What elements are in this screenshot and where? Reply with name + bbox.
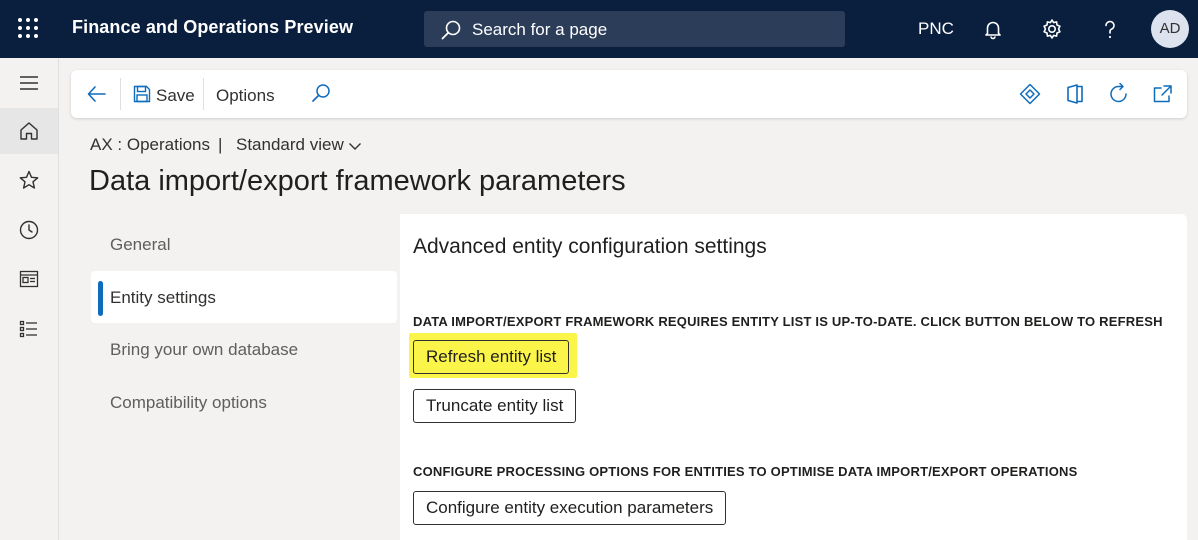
back-arrow-icon[interactable] [85, 82, 109, 106]
action-pane: Save Options [71, 70, 1187, 118]
tab-general[interactable]: General [91, 218, 397, 270]
save-icon [133, 85, 151, 103]
list-icon [19, 320, 37, 338]
options-tab[interactable]: Options [216, 86, 275, 106]
hamburger-menu-button[interactable] [0, 60, 58, 106]
save-label: Save [156, 86, 195, 105]
office-icon[interactable] [1063, 82, 1087, 106]
page-title: Data import/export framework parameters [89, 165, 626, 197]
refresh-instruction-label: DATA IMPORT/EXPORT FRAMEWORK REQUIRES EN… [413, 314, 1163, 329]
avatar[interactable]: AD [1151, 10, 1189, 48]
search-placeholder: Search for a page [472, 20, 608, 39]
top-navigation-bar: Finance and Operations Preview Search fo… [0, 0, 1198, 58]
company-selector[interactable]: PNC [918, 19, 954, 39]
gear-icon[interactable] [1040, 17, 1064, 41]
vertical-tabs: General Entity settings Bring your own d… [89, 214, 400, 540]
nav-favorites-button[interactable] [0, 157, 58, 203]
tab-label: Entity settings [110, 288, 216, 307]
nav-recent-button[interactable] [0, 207, 58, 253]
tab-label: General [110, 235, 171, 254]
clock-icon [19, 220, 39, 240]
home-icon [20, 122, 38, 140]
hamburger-icon [20, 76, 38, 90]
tab-content-panel: Advanced entity configuration settings D… [400, 214, 1187, 540]
processing-options-label: CONFIGURE PROCESSING OPTIONS FOR ENTITIE… [413, 464, 1078, 479]
bell-icon[interactable] [981, 17, 1005, 41]
star-icon [19, 170, 39, 189]
search-input[interactable]: Search for a page [424, 11, 845, 47]
divider [120, 78, 121, 110]
breadcrumb-divider: | [218, 135, 223, 154]
view-selector[interactable]: Standard view [236, 135, 362, 155]
tab-bring-your-own-database[interactable]: Bring your own database [91, 323, 397, 375]
configure-entity-execution-parameters-button[interactable]: Configure entity execution parameters [413, 491, 727, 525]
app-title[interactable]: Finance and Operations Preview [72, 17, 353, 38]
nav-home-button[interactable] [0, 108, 58, 154]
navigation-rail [0, 58, 59, 540]
chevron-down-icon [348, 142, 361, 150]
section-title: Advanced entity configuration settings [413, 235, 767, 258]
refresh-entity-list-button[interactable]: Refresh entity list [413, 340, 570, 374]
tab-entity-settings[interactable]: Entity settings [91, 271, 397, 323]
diamond-icon[interactable] [1018, 82, 1042, 106]
nav-workspaces-button[interactable] [0, 256, 58, 302]
nav-modules-button[interactable] [0, 306, 58, 352]
divider [203, 78, 204, 110]
content-card: General Entity settings Bring your own d… [89, 214, 1187, 540]
popout-icon[interactable] [1151, 82, 1175, 106]
help-icon[interactable] [1098, 17, 1122, 41]
tab-compatibility-options[interactable]: Compatibility options [91, 376, 397, 428]
waffle-icon[interactable] [17, 17, 39, 39]
breadcrumb[interactable]: AX : Operations [90, 135, 210, 155]
tab-label: Compatibility options [110, 393, 267, 412]
view-selector-label: Standard view [236, 135, 344, 154]
tab-label: Bring your own database [110, 340, 299, 359]
workspace-icon [19, 270, 39, 288]
find-icon[interactable] [310, 82, 332, 104]
search-icon [441, 20, 461, 40]
truncate-entity-list-button[interactable]: Truncate entity list [413, 389, 577, 423]
refresh-icon[interactable] [1107, 82, 1131, 106]
